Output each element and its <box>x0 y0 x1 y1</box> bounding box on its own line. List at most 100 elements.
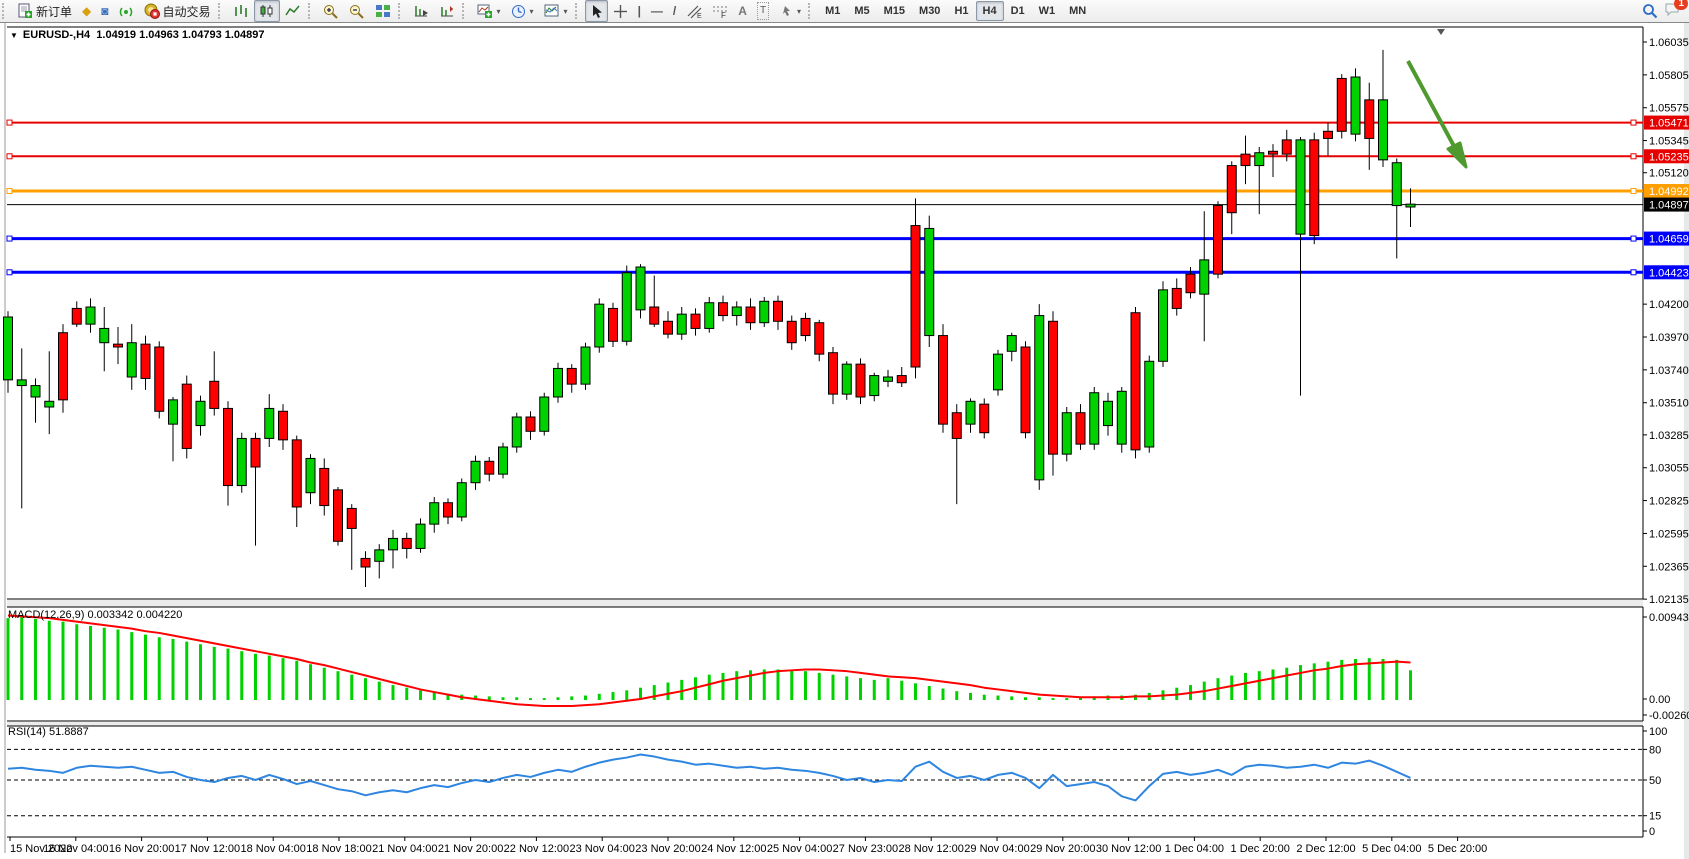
macd-signal-value: 0.004220 <box>136 609 182 621</box>
zoom-in-button[interactable] <box>318 0 344 22</box>
candle <box>1255 153 1264 166</box>
timeframe-bar: M1M5M15M30H1H4D1W1MN <box>818 1 1093 21</box>
candle <box>1145 361 1154 447</box>
templates-button[interactable]: ▾ <box>539 0 573 22</box>
candle <box>746 307 755 323</box>
text-label-tool-button[interactable]: T <box>752 0 774 22</box>
templates-icon <box>544 4 560 18</box>
price-tick-label: 1.03285 <box>1649 430 1689 442</box>
candle <box>127 343 136 377</box>
candlestick-chart-icon <box>259 4 275 18</box>
trendline-tool-button[interactable]: / <box>668 0 681 22</box>
timeframe-button-mn[interactable]: MN <box>1062 1 1093 21</box>
candle <box>31 386 40 397</box>
candle <box>306 458 315 492</box>
text-tool-button[interactable]: A <box>733 0 752 22</box>
symbol-menu-arrow-icon[interactable]: ▼ <box>10 31 18 40</box>
chevron-down-icon: ▾ <box>797 7 801 16</box>
new-order-button[interactable]: 新订单 <box>12 0 77 22</box>
new-chart-button[interactable]: ▾ <box>472 0 506 22</box>
line-anchor[interactable] <box>1631 120 1636 125</box>
rsi-label: RSI(14) 51.8887 <box>8 726 89 738</box>
candle <box>622 273 631 342</box>
chart-shift-button[interactable] <box>434 0 460 22</box>
candle <box>45 401 54 407</box>
profile-button[interactable]: ◙ <box>96 0 113 22</box>
autotrade-icon <box>144 3 160 19</box>
chart-canvas[interactable]: 1.060351.058051.055751.053451.051201.042… <box>0 23 1689 859</box>
candle <box>1379 100 1388 160</box>
line-anchor[interactable] <box>7 270 12 275</box>
line-anchor[interactable] <box>7 236 12 241</box>
text-icon: A <box>738 3 747 19</box>
candle <box>1076 413 1085 444</box>
time-tick-label: 23 Nov 04:00 <box>569 843 634 855</box>
time-tick-label: 17 Nov 12:00 <box>175 843 240 855</box>
candle <box>1227 166 1236 213</box>
rsi-level-label: 80 <box>1649 744 1661 756</box>
price-badge-label: 1.05471 <box>1649 118 1689 130</box>
autotrade-button[interactable]: 自动交易 <box>139 0 216 22</box>
fibonacci-tool-button[interactable]: F <box>707 0 733 22</box>
text-label-icon: T <box>757 2 769 20</box>
line-anchor[interactable] <box>1631 236 1636 241</box>
timeframe-button-m30[interactable]: M30 <box>912 1 947 21</box>
line-anchor[interactable] <box>7 154 12 159</box>
candle <box>375 550 384 561</box>
time-tick-label: 18 Nov 18:00 <box>306 843 371 855</box>
timeframe-button-m15[interactable]: M15 <box>877 1 912 21</box>
timeframe-button-h4[interactable]: H4 <box>976 1 1004 21</box>
rsi-value: 51.8887 <box>49 726 89 738</box>
candle <box>4 317 13 380</box>
candle <box>1296 140 1305 234</box>
line-anchor[interactable] <box>1631 188 1636 193</box>
candle <box>444 503 453 517</box>
tile-windows-icon <box>375 4 391 18</box>
timeframe-button-m1[interactable]: M1 <box>818 1 847 21</box>
new-order-icon <box>17 3 33 19</box>
cursor-tool-button[interactable] <box>585 0 608 22</box>
time-tick-label: 21 Nov 20:00 <box>438 843 503 855</box>
line-anchor[interactable] <box>1631 270 1636 275</box>
macd-label: MACD(12,26,9) 0.003342 0.004220 <box>8 609 182 621</box>
candle <box>911 226 920 367</box>
chart-window[interactable]: ▼EURUSD-,H4 1.04919 1.04963 1.04793 1.04… <box>0 22 1689 859</box>
timeframe-button-w1[interactable]: W1 <box>1032 1 1063 21</box>
line-anchor[interactable] <box>1631 154 1636 159</box>
candle <box>540 397 549 431</box>
vertical-line-tool-button[interactable]: | <box>633 0 646 22</box>
arrows-tool-button[interactable]: ▾ <box>774 0 806 22</box>
tile-windows-button[interactable] <box>370 0 396 22</box>
bar-chart-button[interactable] <box>228 0 254 22</box>
zoom-out-button[interactable] <box>344 0 370 22</box>
time-tick-label: 29 Nov 04:00 <box>964 843 1029 855</box>
macd-tick-label: 0.009433 <box>1649 612 1689 624</box>
signals-button[interactable] <box>114 0 139 22</box>
timeframe-button-d1[interactable]: D1 <box>1004 1 1032 21</box>
crosshair-tool-button[interactable] <box>608 0 633 22</box>
horizontal-line-tool-button[interactable]: — <box>646 0 668 22</box>
candlestick-chart-button[interactable] <box>254 0 280 22</box>
candle <box>224 408 233 485</box>
market-button[interactable]: ◆ <box>77 0 96 22</box>
line-anchor[interactable] <box>7 120 12 125</box>
channel-tool-button[interactable]: E <box>681 0 707 22</box>
candle <box>719 303 728 316</box>
candle <box>196 401 205 425</box>
time-tick-label: 29 Nov 20:00 <box>1030 843 1095 855</box>
candle <box>884 377 893 381</box>
periods-button[interactable]: ▾ <box>506 0 539 22</box>
line-anchor[interactable] <box>7 188 12 193</box>
search-icon[interactable] <box>1642 3 1658 19</box>
toolbar-grip <box>218 3 226 19</box>
toolbar-grip <box>808 3 816 19</box>
clock-icon <box>511 4 526 19</box>
trendline-icon: / <box>673 3 676 19</box>
timeframe-button-h1[interactable]: H1 <box>947 1 975 21</box>
auto-scroll-button[interactable] <box>408 0 434 22</box>
price-tick-label: 1.06035 <box>1649 37 1689 49</box>
notifications-button[interactable]: 1 <box>1664 2 1681 20</box>
candle <box>842 364 851 394</box>
timeframe-button-m5[interactable]: M5 <box>847 1 876 21</box>
line-chart-button[interactable] <box>280 0 306 22</box>
